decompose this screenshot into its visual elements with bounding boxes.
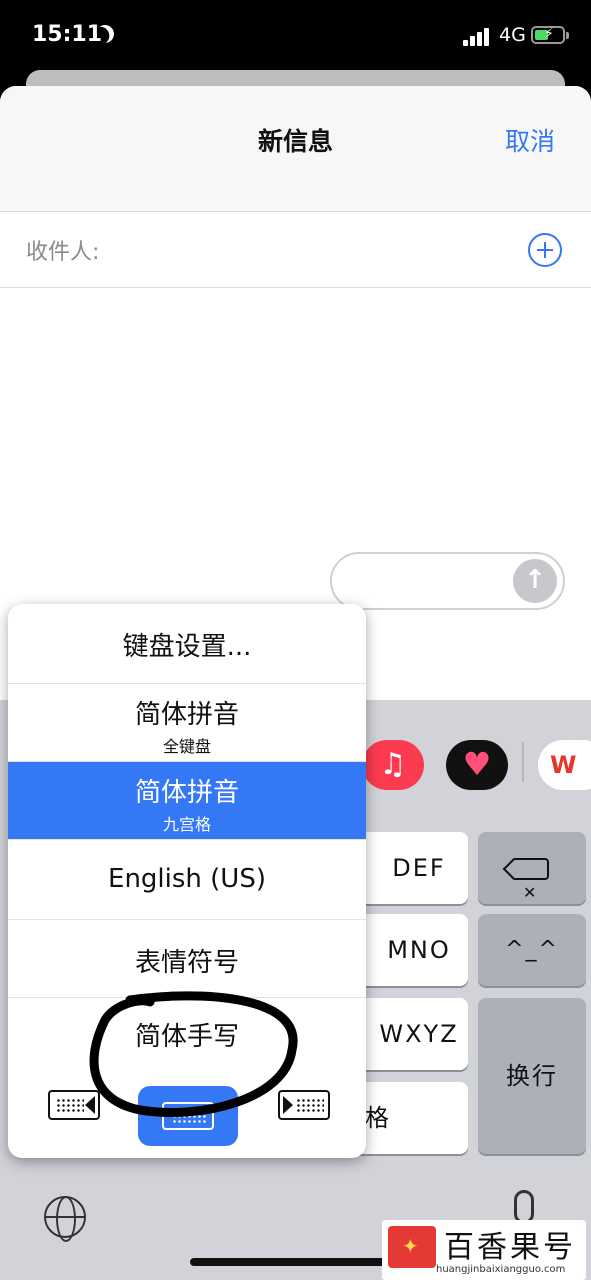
mic-icon[interactable] <box>514 1190 534 1224</box>
home-indicator <box>190 1258 386 1266</box>
watermark-brand: 百香果号 <box>444 1230 576 1265</box>
menu-item-emoji[interactable]: 表情符号 <box>8 920 366 998</box>
globe-icon[interactable] <box>44 1196 86 1242</box>
message-input[interactable]: ↑ <box>330 552 565 610</box>
menu-item-pinyin-full[interactable]: 简体拼音 全键盘 <box>8 684 366 762</box>
menu-item-label: 简体拼音 <box>134 700 239 730</box>
network-type: 4G <box>499 24 526 46</box>
emoticon-key[interactable]: ^_^ <box>478 914 586 986</box>
annotation-circle <box>89 991 298 1117</box>
menu-item-label: 简体拼音 <box>134 778 239 808</box>
menu-item-keyboard-settings[interactable]: 键盘设置... <box>8 604 366 684</box>
status-bar: 15:11 4G ⚡ <box>0 0 591 70</box>
recipient-field[interactable]: 收件人: <box>0 212 591 288</box>
delete-key[interactable] <box>478 832 586 929</box>
nav-bar: 新信息 取消 <box>0 86 591 212</box>
page-title: 新信息 <box>257 127 333 156</box>
heart-app-icon[interactable]: ♥ <box>446 740 508 790</box>
watermark: 百香果号 huangjinbaixiangguo.com <box>382 1220 586 1280</box>
status-time: 15:11 <box>32 22 103 47</box>
battery-icon: ⚡ <box>531 26 569 44</box>
app-divider <box>522 742 524 782</box>
watermark-url: huangjinbaixiangguo.com <box>436 1264 566 1275</box>
cancel-button[interactable]: 取消 <box>505 122 555 158</box>
wps-app-icon[interactable]: W <box>538 740 591 790</box>
add-icon[interactable] <box>528 233 562 267</box>
return-key[interactable]: 换行 <box>478 998 586 1154</box>
menu-item-english[interactable]: English (US) <box>8 840 366 920</box>
delete-icon <box>515 857 549 929</box>
menu-item-label: 表情符号 <box>134 948 239 978</box>
send-icon[interactable]: ↑ <box>513 559 557 603</box>
menu-item-label: 键盘设置... <box>122 632 252 662</box>
watermark-logo <box>388 1226 436 1268</box>
recipient-label: 收件人: <box>26 240 100 265</box>
music-app-icon[interactable]: ♫ <box>362 740 424 790</box>
menu-item-label: English (US) <box>108 864 266 894</box>
signal-icon <box>463 26 493 46</box>
menu-item-sublabel: 九宫格 <box>162 815 211 834</box>
menu-item-pinyin-9key[interactable]: 简体拼音 九宫格 <box>8 762 366 840</box>
menu-item-sublabel: 全键盘 <box>162 737 211 756</box>
